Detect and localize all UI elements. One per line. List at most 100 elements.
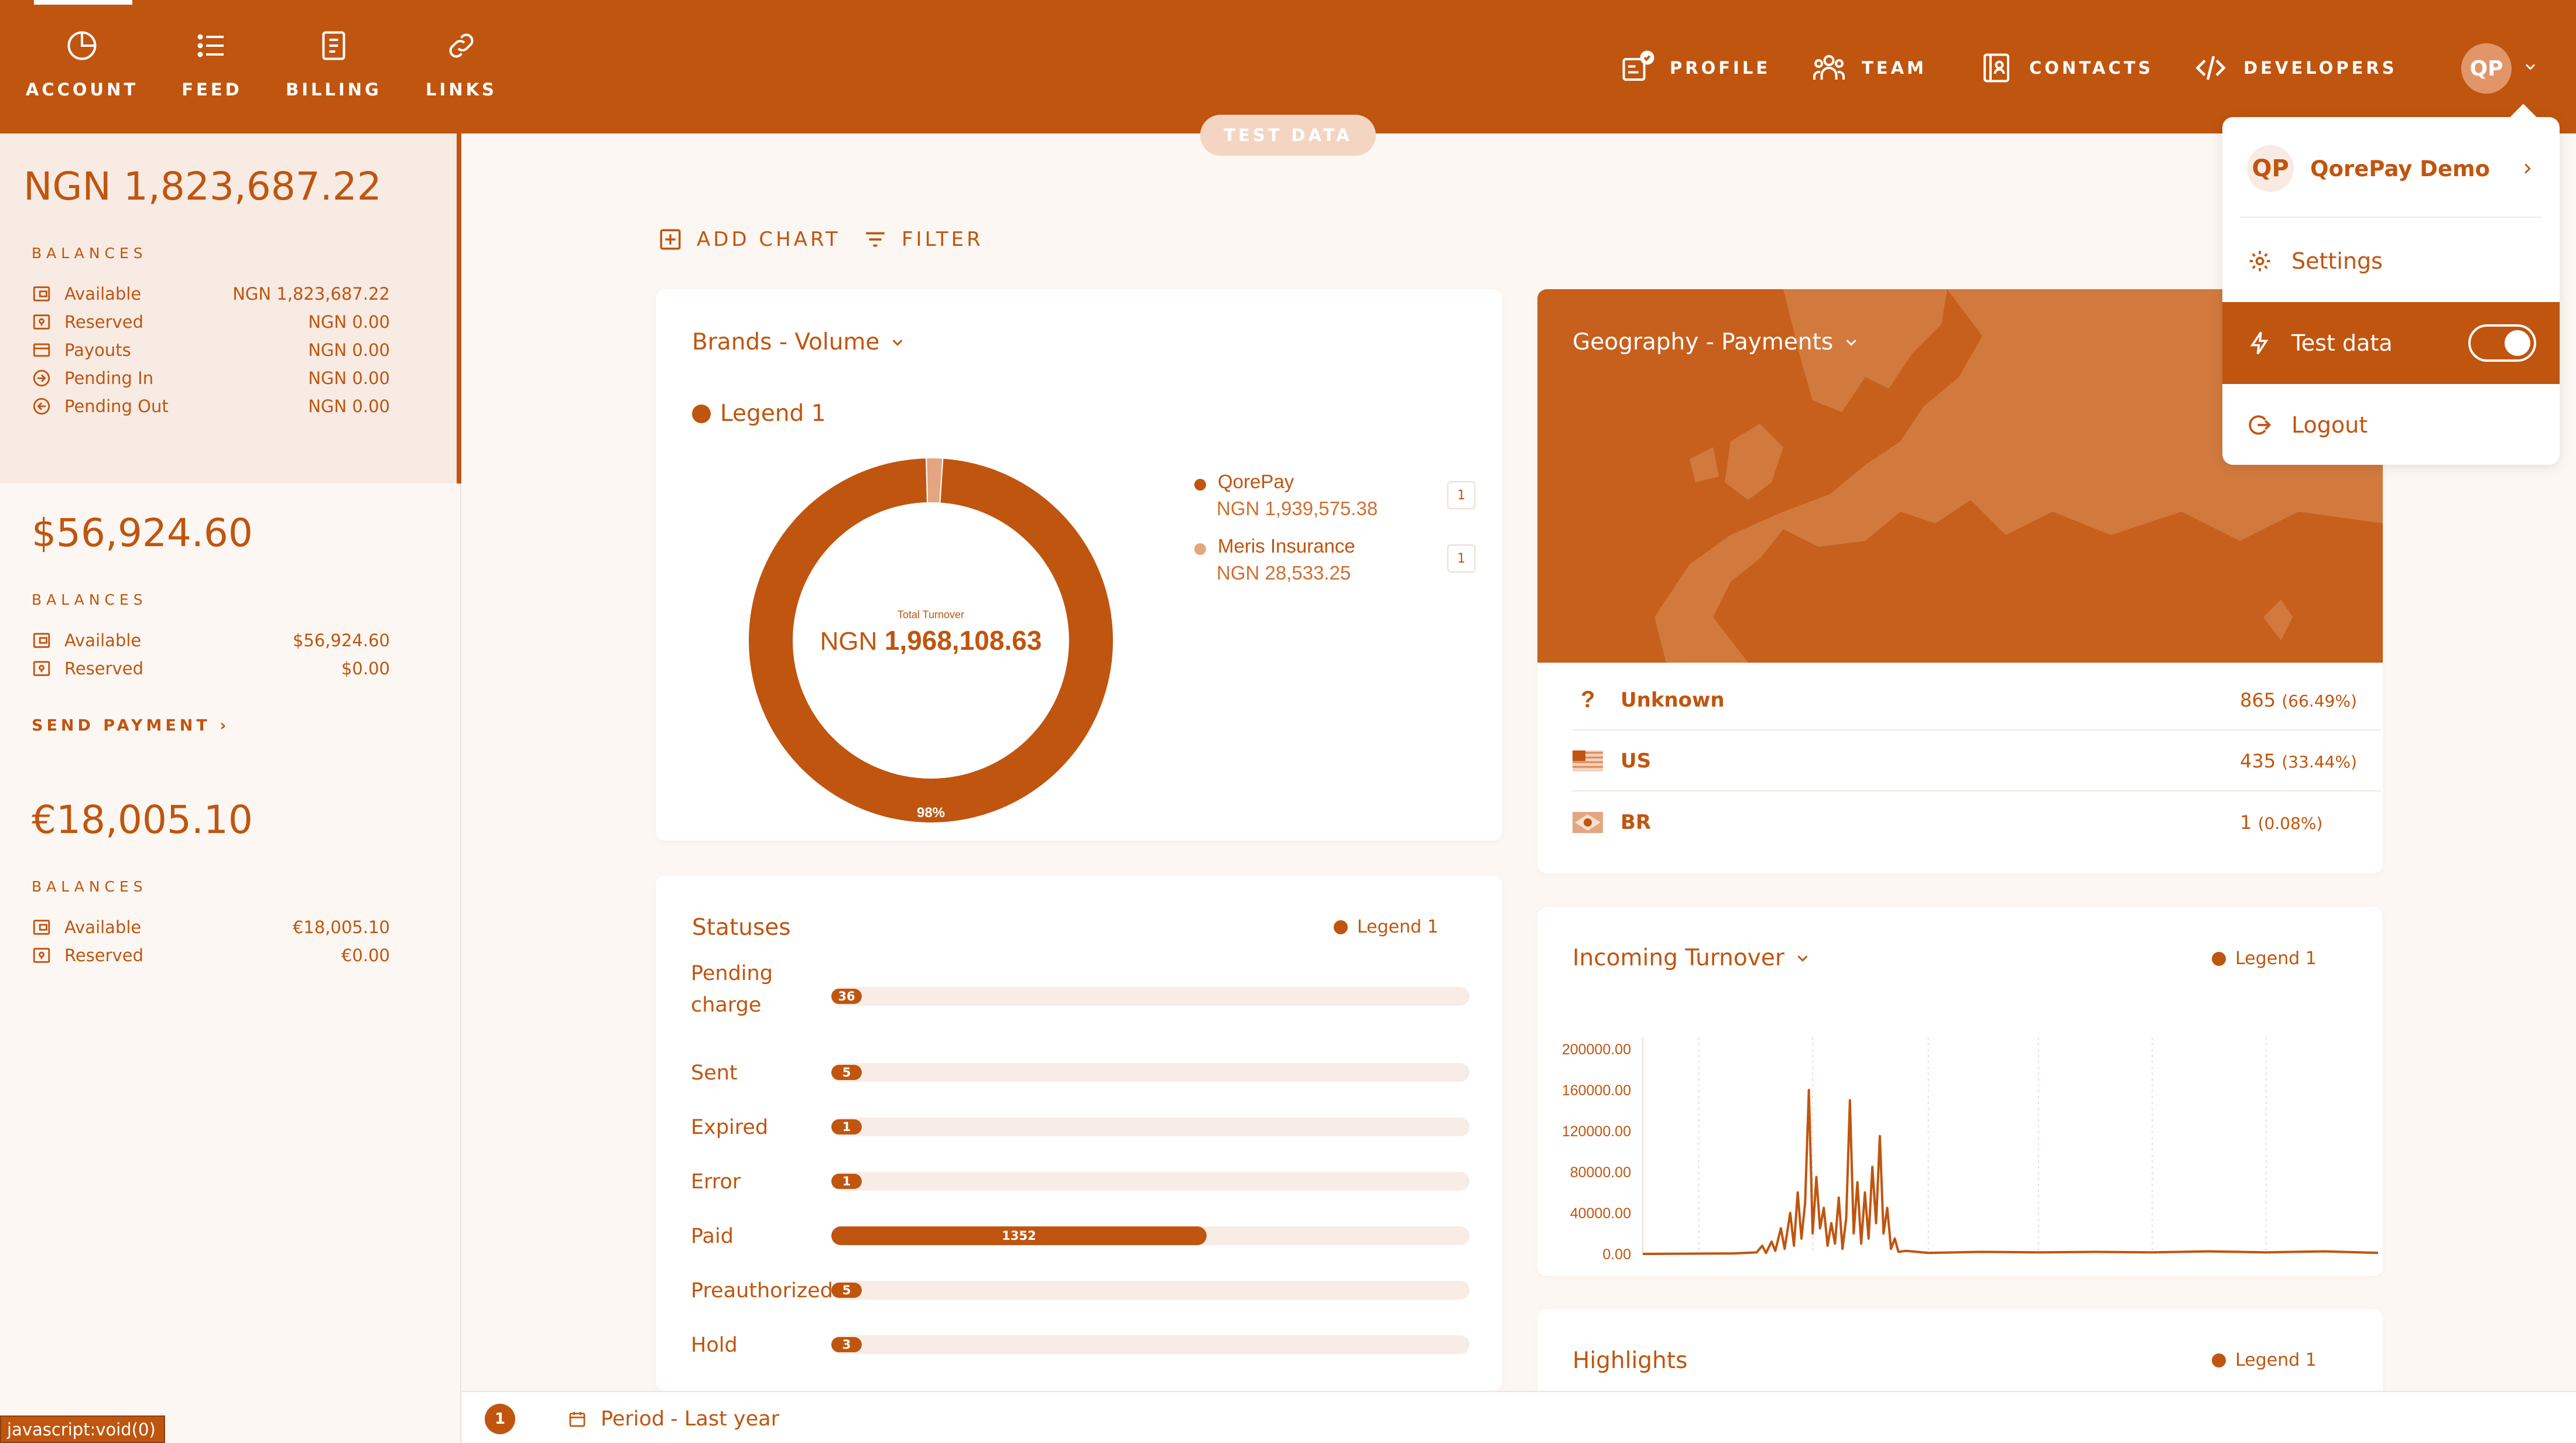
geo-value: 865 (66.49%) xyxy=(2240,689,2357,711)
balance-row-available: Available NGN 1,823,687.22 xyxy=(32,282,390,306)
status-label: Expired xyxy=(691,1116,769,1139)
account-panel-usd[interactable]: $56,924.60 BALANCES Available $56,924.60… xyxy=(0,484,457,765)
brand-name: QorePay xyxy=(1218,471,1294,492)
balances-heading: BALANCES xyxy=(32,245,148,262)
card-title-dropdown[interactable]: Brands - Volume xyxy=(692,329,906,355)
legend-toggle[interactable]: Legend 1 xyxy=(692,400,825,427)
status-bar-track: 5 xyxy=(831,1063,1469,1082)
test-data-toggle[interactable] xyxy=(2468,324,2536,362)
status-row[interactable]: Sent 5 xyxy=(691,1051,1502,1089)
nav-developers[interactable]: DEVELOPERS xyxy=(2193,49,2397,87)
balance-name: Available xyxy=(64,917,142,937)
status-bar: 5 xyxy=(831,1065,862,1080)
nav-contacts[interactable]: CONTACTS xyxy=(1979,49,2153,87)
highlights-card: Highlights Legend 1 xyxy=(1537,1309,2383,1403)
account-balance-amount: €18,005.10 xyxy=(32,797,253,842)
balance-row-payouts: Payouts NGN 0.00 xyxy=(32,338,390,362)
legend-toggle[interactable]: Legend 1 xyxy=(1334,917,1438,937)
lightning-icon xyxy=(2250,331,2269,355)
balance-value: NGN 0.00 xyxy=(308,368,390,388)
card-title-dropdown[interactable]: Geography - Payments xyxy=(1573,329,1860,355)
balance-value: €18,005.10 xyxy=(292,917,390,937)
period-selector[interactable]: Period - Last year xyxy=(568,1404,779,1434)
balance-row-available: Available $56,924.60 xyxy=(32,629,390,652)
link-icon xyxy=(449,33,474,58)
logout-menu-item[interactable]: Logout xyxy=(2222,384,2560,466)
balance-value: NGN 0.00 xyxy=(308,340,390,360)
lock-box-icon xyxy=(33,314,50,330)
account-switcher-item[interactable]: QP QorePay Demo xyxy=(2222,128,2560,210)
brand-count-badge: 1 xyxy=(1447,544,1475,573)
status-label: Sent xyxy=(691,1061,738,1085)
balance-value: €0.00 xyxy=(341,945,390,965)
status-row[interactable]: Expired 1 xyxy=(691,1106,1502,1143)
nav-profile[interactable]: PROFILE xyxy=(1619,49,1770,87)
notification-badge[interactable]: 1 xyxy=(485,1404,515,1434)
status-label: Pending charge xyxy=(691,962,773,1017)
wallet-icon xyxy=(33,633,50,648)
chevron-down-icon[interactable] xyxy=(2522,59,2539,75)
legend-dot xyxy=(2212,951,2226,966)
brand-amount: NGN 28,533.25 xyxy=(1217,562,1351,584)
send-payment-link[interactable]: SEND PAYMENT › xyxy=(32,717,229,735)
status-row[interactable]: Paid 1352 xyxy=(691,1215,1502,1252)
calendar-icon xyxy=(569,1412,585,1427)
nav-tab-feed[interactable]: FEED xyxy=(148,28,276,116)
us-flag-icon xyxy=(1573,750,1603,772)
nav-tab-billing[interactable]: BILLING xyxy=(269,28,398,116)
account-panel-ngn[interactable]: NGN 1,823,687.22 BALANCES Available NGN … xyxy=(0,133,461,484)
donut-center-caption: Total Turnover xyxy=(898,609,964,621)
y-tick-label: 80000.00 xyxy=(1570,1164,1631,1181)
brand-dot xyxy=(1194,479,1206,491)
balance-name: Payouts xyxy=(64,340,131,360)
nav-tab-label: FEED xyxy=(181,80,242,100)
status-count: 1352 xyxy=(1002,1229,1036,1243)
donut-slice-label: 98% xyxy=(917,805,945,821)
y-tick-label: 120000.00 xyxy=(1562,1123,1631,1140)
geo-row-br: BR 1 (0.08%) xyxy=(1573,793,2380,852)
status-row[interactable]: Preauthorized 5 xyxy=(691,1269,1502,1307)
legend-label: Legend 1 xyxy=(720,400,826,427)
nav-team[interactable]: TEAM xyxy=(1811,49,1927,87)
status-row[interactable]: Pending charge 36 xyxy=(691,962,1502,1017)
status-bar-track: 1 xyxy=(831,1172,1469,1191)
geo-row-us: US 435 (33.44%) xyxy=(1573,732,2380,791)
statuses-card: Statuses Legend 1 Pending charge 36 Sent 5 E… xyxy=(656,876,1502,1391)
balance-value: $0.00 xyxy=(341,659,390,678)
card-title-dropdown[interactable]: Incoming Turnover xyxy=(1573,945,1811,971)
turnover-series-line[interactable] xyxy=(1642,1089,2379,1255)
status-row[interactable]: Hold 3 xyxy=(691,1324,1502,1361)
svg-text:?: ? xyxy=(1581,690,1595,711)
account-panel-eur[interactable]: €18,005.10 BALANCES Available €18,005.10… xyxy=(0,772,457,1017)
geo-value: 435 (33.44%) xyxy=(2240,750,2357,772)
y-tick-label: 160000.00 xyxy=(1562,1082,1631,1099)
filter-icon xyxy=(866,232,885,247)
balance-row-reserved: Reserved $0.00 xyxy=(32,657,390,680)
y-tick-label: 200000.00 xyxy=(1562,1041,1631,1058)
settings-menu-item[interactable]: Settings xyxy=(2222,220,2560,302)
status-row[interactable]: Error 1 xyxy=(691,1160,1502,1198)
user-avatar-button[interactable]: QP xyxy=(2461,43,2512,94)
plus-square-icon xyxy=(660,229,681,250)
nav-tab-links[interactable]: LINKS xyxy=(397,28,526,116)
balance-name: Available xyxy=(64,630,142,650)
brand-item[interactable]: QorePay NGN 1,939,575.38 1 xyxy=(1194,471,1475,535)
test-data-menu-item[interactable]: Test data xyxy=(2222,302,2560,384)
filter-button[interactable]: FILTER xyxy=(863,224,984,255)
team-icon xyxy=(1813,55,1845,80)
brands-donut-chart: Total Turnover NGN 1,968,108.63 98% xyxy=(748,457,1114,824)
y-tick-label: 40000.00 xyxy=(1570,1205,1631,1222)
brand-item[interactable]: Meris Insurance NGN 28,533.25 1 xyxy=(1194,535,1475,599)
balance-value: NGN 0.00 xyxy=(308,396,390,416)
add-chart-button[interactable]: ADD CHART xyxy=(658,224,841,255)
balance-name: Reserved xyxy=(64,659,143,678)
brands-volume-card: Brands - Volume Legend 1 Total Turnover … xyxy=(656,289,1502,841)
legend-toggle[interactable]: Legend 1 xyxy=(2212,948,2317,969)
toggle-knob xyxy=(2505,330,2530,356)
legend-toggle[interactable]: Legend 1 xyxy=(2212,1350,2317,1370)
nav-tab-account[interactable]: ACCOUNT xyxy=(18,28,146,116)
filter-label: FILTER xyxy=(902,228,984,251)
legend-dot xyxy=(2212,1353,2226,1367)
balance-name: Reserved xyxy=(64,312,143,332)
status-bar-track: 1352 xyxy=(831,1226,1469,1245)
